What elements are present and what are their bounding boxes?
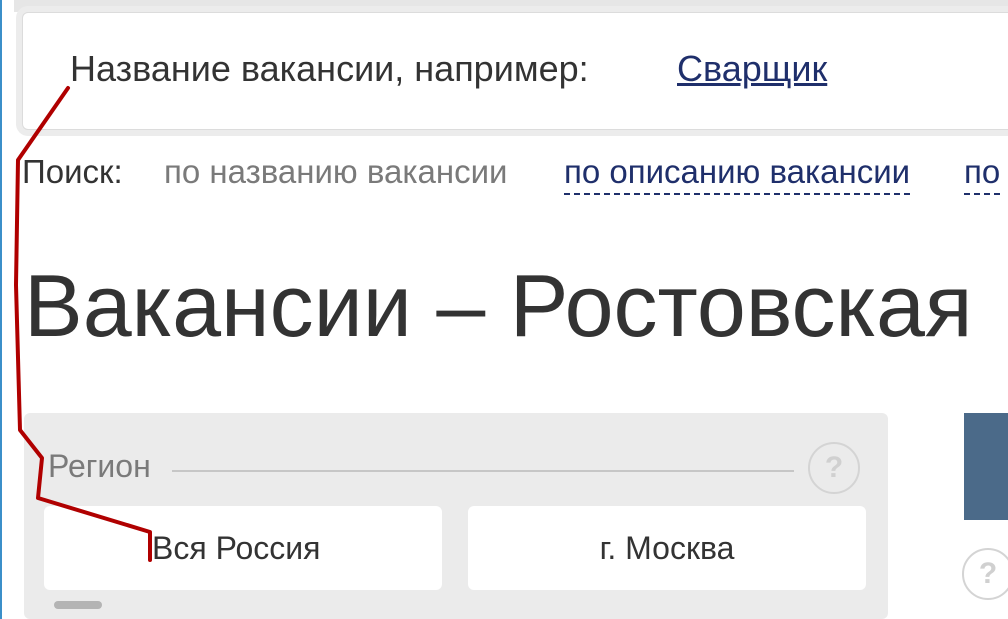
region-divider	[172, 470, 794, 472]
page-title: Вакансии – Ростовская	[24, 256, 973, 355]
search-mode-by-description[interactable]: по описанию вакансии	[564, 153, 911, 195]
search-mode-more[interactable]: по	[964, 153, 1001, 195]
search-mode-by-title: по названию вакансии	[164, 153, 508, 190]
scroll-handle[interactable]	[54, 601, 102, 609]
region-option-all-russia[interactable]: Вся Россия	[44, 506, 442, 590]
top-strip	[14, 0, 1008, 12]
side-action-block[interactable]	[964, 413, 1008, 520]
example-link[interactable]: Сварщик	[677, 48, 827, 90]
region-help-icon[interactable]: ?	[808, 442, 860, 494]
region-label: Регион	[48, 448, 151, 484]
search-mode-prefix: Поиск:	[22, 153, 123, 190]
window-left-edge	[0, 0, 2, 619]
side-help-icon[interactable]: ?	[962, 548, 1008, 600]
region-option-moscow[interactable]: г. Москва	[468, 506, 866, 590]
search-hint-label: Название вакансии, например:	[70, 48, 589, 89]
